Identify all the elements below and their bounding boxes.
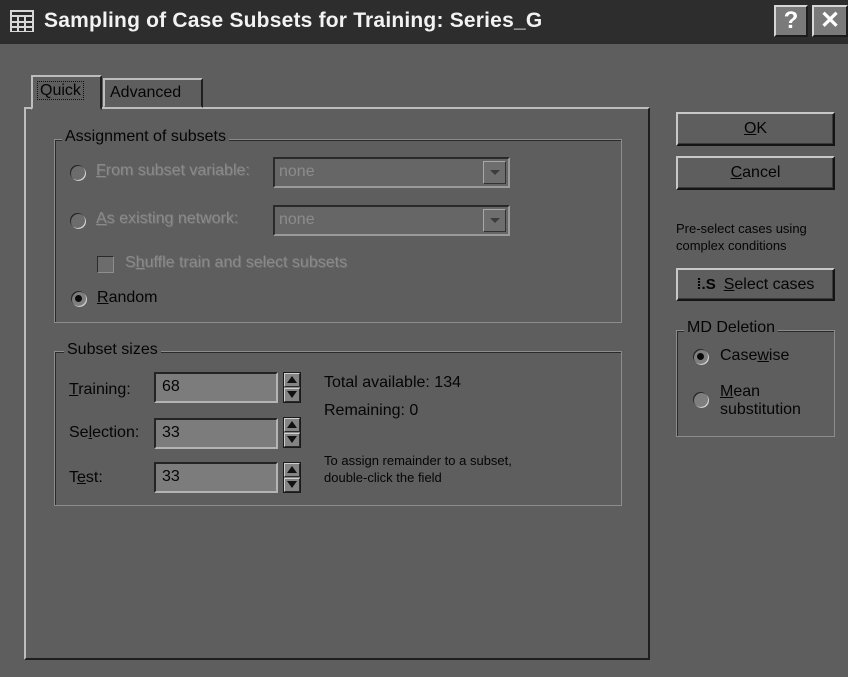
total-available-text: Total available: 134 [324,374,461,391]
subset-variable-combo[interactable]: none [273,157,510,188]
chevron-down-icon[interactable] [483,209,506,232]
spin-down-icon[interactable] [284,388,300,402]
shuffle-label: Shuffle train and select subsets [125,254,348,271]
window-title: Sampling of Case Subsets for Training: S… [44,9,543,32]
tab-quick[interactable]: Quick [31,75,102,110]
mean-substitution-radio[interactable] [693,392,708,407]
random-radio[interactable] [71,291,86,306]
as-existing-network-radio[interactable] [70,213,85,228]
assign-hint-line1: To assign remainder to a subset, [324,453,512,468]
preselect-hint-line2: complex conditions [676,238,787,253]
training-field[interactable]: 68 [154,372,278,403]
app-grid-icon [10,10,34,32]
test-spinner[interactable] [283,462,301,493]
select-cases-icon: ⁞.S [696,276,716,293]
remaining-text: Remaining: 0 [324,402,419,419]
cancel-button[interactable]: Cancel [676,156,835,190]
from-subset-variable-radio[interactable] [70,165,85,180]
spin-down-icon[interactable] [284,433,300,447]
close-button[interactable]: ✕ [812,5,848,37]
spin-down-icon[interactable] [284,478,300,492]
help-button[interactable]: ? [774,5,808,37]
preselect-hint-line1: Pre-select cases using [676,221,807,236]
shuffle-checkbox[interactable] [97,256,113,272]
spin-up-icon[interactable] [284,463,300,477]
spin-up-icon[interactable] [284,418,300,432]
subset-variable-value: none [279,163,315,180]
subset-sizes-title: Subset sizes [64,341,161,359]
casewise-label: Casewise [720,347,790,364]
selection-field[interactable]: 33 [154,418,278,449]
tab-advanced[interactable]: Advanced [103,78,203,108]
assignment-group-title: Assignment of subsets [62,128,229,146]
test-label: Test: [69,469,103,486]
select-cases-button[interactable]: ⁞.S Select cases [676,268,835,301]
spin-up-icon[interactable] [284,373,300,387]
test-field[interactable]: 33 [154,462,278,493]
ok-button[interactable]: OK [676,112,835,146]
md-deletion-title: MD Deletion [684,319,779,337]
chevron-down-icon[interactable] [483,161,506,184]
as-existing-network-label: As existing network: [96,210,239,227]
existing-network-value: none [279,211,315,228]
selection-spinner[interactable] [283,417,301,448]
assign-hint-line2: double-click the field [324,470,442,485]
selection-label: Selection: [69,424,140,441]
casewise-radio[interactable] [693,349,708,364]
existing-network-combo[interactable]: none [273,205,510,236]
mean-substitution-label: Mean substitution [720,383,801,418]
training-spinner[interactable] [283,372,301,403]
close-icon: ✕ [819,7,841,34]
training-label: Training: [69,381,131,398]
from-subset-variable-label: From subset variable: [96,162,250,179]
random-label: Random [97,289,158,306]
